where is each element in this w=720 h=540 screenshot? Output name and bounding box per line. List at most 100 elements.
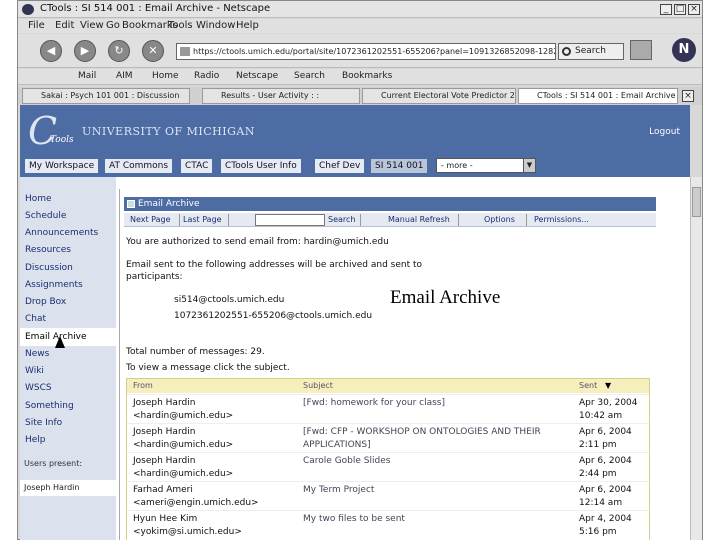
total-messages: Total number of messages: 29. bbox=[126, 347, 265, 357]
back-icon[interactable]: ◀ bbox=[40, 40, 62, 62]
chevron-down-icon: ▼ bbox=[523, 159, 535, 172]
bookmark-mail[interactable]: Mail bbox=[78, 71, 96, 81]
menu-file[interactable]: File bbox=[28, 20, 45, 31]
reload-icon[interactable]: ↻ bbox=[108, 40, 130, 62]
bookmark-aim[interactable]: AIM bbox=[116, 71, 133, 81]
tool-menu-drop-box[interactable]: Drop Box bbox=[25, 297, 66, 307]
tool-menu-help[interactable]: Help bbox=[25, 435, 46, 445]
university-name: UNIVERSITY OF MICHIGAN bbox=[82, 125, 255, 138]
url-field[interactable]: https://ctools.umich.edu/portal/site/107… bbox=[176, 43, 556, 60]
message-subject-link[interactable]: [Fwd: homework for your class] bbox=[303, 397, 445, 410]
column-subject[interactable]: Subject bbox=[303, 381, 333, 390]
logout-link[interactable]: Logout bbox=[649, 127, 680, 137]
page-icon bbox=[180, 47, 190, 56]
more-sites-value: - more - bbox=[441, 161, 473, 170]
message-sender: Hyun Hee Kim <yokim@si.umich.edu> bbox=[133, 514, 242, 537]
browser-tab-results[interactable]: Results - User Activity : : bbox=[202, 88, 360, 104]
bookmark-radio[interactable]: Radio bbox=[194, 71, 219, 81]
archive-search-input[interactable] bbox=[255, 214, 325, 226]
tool-menu-schedule[interactable]: Schedule bbox=[25, 211, 66, 221]
tool-menu-site-info[interactable]: Site Info bbox=[25, 418, 62, 428]
menu-help[interactable]: Help bbox=[236, 20, 259, 31]
authorized-text: You are authorized to send email from: h… bbox=[126, 237, 389, 247]
search-button[interactable]: Search bbox=[558, 43, 624, 60]
tool-menu-home[interactable]: Home bbox=[25, 194, 52, 204]
table-row[interactable]: Farhad Ameri <ameri@engin.umich.edu> My T… bbox=[127, 481, 649, 510]
message-date: Apr 30, 2004 10:42 am bbox=[579, 398, 638, 421]
menu-view[interactable]: View bbox=[80, 20, 104, 31]
site-tab-ctools-user-info[interactable]: CTools User Info bbox=[220, 158, 302, 174]
table-row[interactable]: Hyun Hee Kim <yokim@si.umich.edu> My two … bbox=[127, 510, 649, 539]
minimize-icon[interactable]: _ bbox=[660, 4, 672, 15]
next-page-link[interactable]: Next Page bbox=[130, 215, 171, 224]
bookmark-netscape[interactable]: Netscape bbox=[236, 71, 278, 81]
browser-tab-ctools[interactable]: CTools : SI 514 001 : Email Archive bbox=[518, 88, 678, 104]
netscape-logo-icon[interactable]: N bbox=[672, 38, 696, 62]
page-scrollbar[interactable] bbox=[690, 177, 702, 540]
bookmark-bookmarks[interactable]: Bookmarks bbox=[342, 71, 392, 81]
view-instruction: To view a message click the subject. bbox=[126, 363, 290, 373]
last-page-link[interactable]: Last Page bbox=[183, 215, 222, 224]
message-subject-link[interactable]: My Term Project bbox=[303, 484, 374, 497]
tool-title: Email Archive bbox=[138, 199, 200, 209]
sort-desc-icon[interactable]: ▼ bbox=[605, 381, 611, 390]
tool-menu-wscs[interactable]: WSCS bbox=[25, 383, 52, 393]
tool-menu-assignments[interactable]: Assignments bbox=[25, 280, 83, 290]
tool-title-bar: Email Archive bbox=[124, 197, 656, 211]
browser-window: CTools : SI 514 001 : Email Archive - Ne… bbox=[17, 0, 703, 540]
message-sender: Joseph Hardin <hardin@umich.edu> bbox=[133, 456, 234, 479]
site-tab-chef-dev[interactable]: Chef Dev bbox=[314, 158, 366, 174]
stop-icon[interactable]: ✕ bbox=[142, 40, 164, 62]
title-bar: CTools : SI 514 001 : Email Archive - Ne… bbox=[18, 1, 702, 18]
message-sender: Farhad Ameri <ameri@engin.umich.edu> bbox=[133, 485, 259, 508]
tool-menu-resources[interactable]: Resources bbox=[25, 245, 71, 255]
overlay-caption: Email Archive bbox=[388, 287, 503, 309]
table-row[interactable]: Joseph Hardin <hardin@umich.edu> [Fwd: CF… bbox=[127, 423, 649, 452]
manual-refresh-link[interactable]: Manual Refresh bbox=[388, 215, 450, 224]
browser-tab-electoral[interactable]: Current Electoral Vote Predictor 2004 bbox=[362, 88, 516, 104]
tab-close-icon[interactable]: × bbox=[682, 90, 694, 102]
tool-menu-chat[interactable]: Chat bbox=[25, 314, 46, 324]
print-icon[interactable] bbox=[630, 40, 652, 60]
message-subject-link[interactable]: [Fwd: CFP - WORKSHOP ON ONTOLOGIES AND T… bbox=[303, 426, 541, 452]
table-row[interactable]: Joseph Hardin <hardin@umich.edu> Carole G… bbox=[127, 452, 649, 481]
archive-address: si514@ctools.umich.edu bbox=[174, 295, 285, 305]
site-tab-at-commons[interactable]: AT Commons bbox=[104, 158, 174, 174]
window-title: CTools : SI 514 001 : Email Archive - Ne… bbox=[40, 3, 271, 14]
column-sent[interactable]: Sent bbox=[579, 381, 597, 390]
toolbar-divider bbox=[360, 214, 361, 226]
archive-toolbar: Next Page Last Page Search Manual Refres… bbox=[124, 213, 656, 227]
tool-menu-announcements[interactable]: Announcements bbox=[25, 228, 98, 238]
site-tab-si-514[interactable]: SI 514 001 bbox=[370, 158, 429, 174]
permissions-link[interactable]: Permissions... bbox=[534, 215, 589, 224]
more-sites-select[interactable]: - more - ▼ bbox=[436, 158, 536, 173]
message-subject-link[interactable]: Carole Goble Slides bbox=[303, 455, 390, 468]
message-subject-link[interactable]: My two files to be sent bbox=[303, 513, 405, 526]
menu-window[interactable]: Window bbox=[196, 20, 235, 31]
url-text: https://ctools.umich.edu/portal/site/107… bbox=[193, 47, 556, 56]
scrollbar-thumb[interactable] bbox=[692, 187, 701, 217]
message-table-header: From Subject Sent ▼ bbox=[127, 379, 649, 393]
tool-menu-something[interactable]: Something bbox=[25, 401, 74, 411]
menu-go[interactable]: Go bbox=[106, 20, 120, 31]
site-tab-ctac[interactable]: CTAC bbox=[180, 158, 214, 174]
bookmark-home[interactable]: Home bbox=[152, 71, 179, 81]
bookmark-search[interactable]: Search bbox=[294, 71, 325, 81]
close-icon[interactable]: × bbox=[688, 4, 700, 15]
column-from[interactable]: From bbox=[133, 381, 153, 390]
menu-tools[interactable]: Tools bbox=[168, 20, 193, 31]
forward-icon[interactable]: ▶ bbox=[74, 40, 96, 62]
presence-user: Joseph Hardin bbox=[20, 480, 116, 496]
menu-edit[interactable]: Edit bbox=[55, 20, 74, 31]
message-date: Apr 6, 2004 12:14 am bbox=[579, 485, 632, 508]
archive-search-link[interactable]: Search bbox=[328, 215, 355, 224]
maximize-icon[interactable]: □ bbox=[674, 4, 686, 15]
table-row[interactable]: Joseph Hardin <hardin@umich.edu> [Fwd: ho… bbox=[127, 394, 649, 423]
tool-menu-wiki[interactable]: Wiki bbox=[25, 366, 44, 376]
addresses-intro: Email sent to the following addresses wi… bbox=[126, 260, 423, 282]
site-tab-my-workspace[interactable]: My Workspace bbox=[24, 158, 100, 174]
browser-tab-sakai[interactable]: Sakai : Psych 101 001 : Discussion bbox=[22, 88, 190, 104]
options-link[interactable]: Options bbox=[484, 215, 515, 224]
tool-menu-news[interactable]: News bbox=[25, 349, 49, 359]
tool-menu-discussion[interactable]: Discussion bbox=[25, 263, 73, 273]
